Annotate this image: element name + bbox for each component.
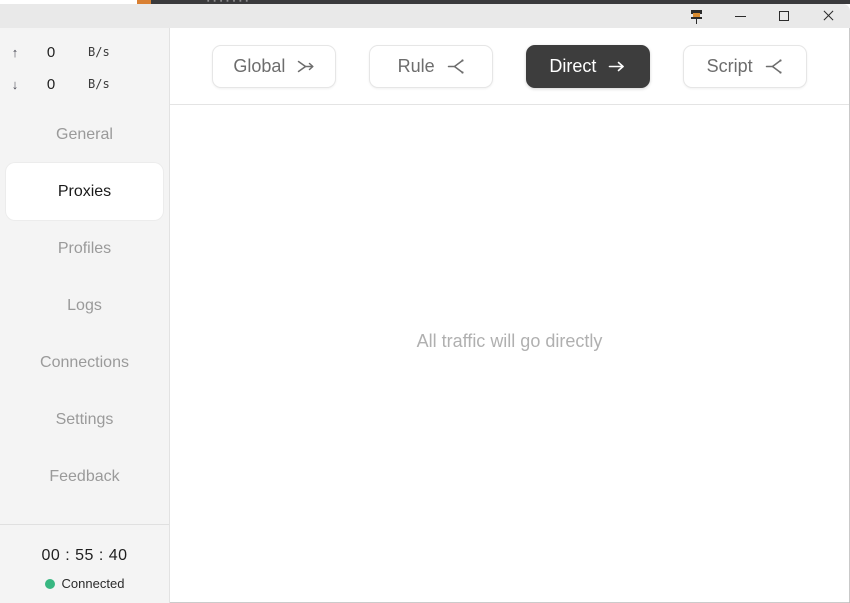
- pin-icon: [690, 9, 703, 24]
- mode-button-script[interactable]: Script: [682, 44, 807, 88]
- maximize-button[interactable]: [762, 4, 806, 28]
- sidebar-item-connections[interactable]: Connections: [6, 334, 163, 391]
- status-badge: Connected: [61, 576, 125, 591]
- arrow-down-icon: ↓: [11, 76, 19, 92]
- mode-button-label: Direct: [549, 55, 597, 76]
- mode-button-label: Global: [233, 55, 286, 76]
- sidebar-item-label: Connections: [40, 353, 129, 371]
- sidebar-item-label: Profiles: [57, 239, 112, 257]
- sidebar-item-settings[interactable]: Settings: [6, 391, 163, 448]
- window-body: ↑ 0 B/s ↓ 0 B/s General Proxies Profiles…: [0, 28, 850, 603]
- upload-speed-row: ↑ 0 B/s: [0, 36, 169, 68]
- sidebar-item-general[interactable]: General: [6, 106, 163, 163]
- maximize-icon: [779, 11, 789, 21]
- download-speed-row: ↓ 0 B/s: [0, 68, 169, 100]
- traffic-speed-panel: ↑ 0 B/s ↓ 0 B/s: [0, 28, 169, 106]
- connection-status-panel: 00 : 55 : 40 Connected: [0, 524, 169, 603]
- sidebar-item-label: Logs: [67, 296, 102, 314]
- arrow-right-icon: [607, 57, 626, 76]
- upload-speed-unit: B/s: [88, 45, 110, 59]
- mode-button-global[interactable]: Global: [212, 44, 337, 88]
- arrow-up-icon: ↑: [11, 44, 19, 60]
- sidebar: ↑ 0 B/s ↓ 0 B/s General Proxies Profiles…: [0, 28, 170, 603]
- close-icon: [822, 10, 834, 22]
- mode-button-rule[interactable]: Rule: [369, 44, 494, 88]
- branch-icon: [764, 57, 783, 76]
- branch-icon: [446, 57, 465, 76]
- titlebar: [0, 4, 850, 28]
- minimize-button[interactable]: [718, 4, 762, 28]
- proxy-mode-toolbar: Global Rule Direct Script: [170, 28, 849, 105]
- mode-button-label: Script: [706, 55, 753, 76]
- pin-button[interactable]: [674, 4, 718, 28]
- sidebar-item-feedback[interactable]: Feedback: [6, 448, 163, 505]
- mode-button-label: Rule: [397, 55, 435, 76]
- status-dot-icon: [44, 578, 55, 589]
- sidebar-item-label: Settings: [55, 410, 114, 428]
- app-window: ▪ ▪ ▪ ▪ ▪ ▪ ▪ ↑ 0 B/s ↓ 0 B/s General Pr…: [0, 0, 850, 603]
- sidebar-item-logs[interactable]: Logs: [6, 277, 163, 334]
- main-content: Global Rule Direct Script All traffic wi…: [170, 28, 849, 603]
- sidebar-item-label: Proxies: [57, 182, 112, 200]
- titlebar-drag-zone[interactable]: [0, 4, 674, 28]
- uptime-timer: 00 : 55 : 40: [41, 547, 128, 564]
- empty-state: All traffic will go directly: [170, 105, 849, 603]
- sidebar-item-proxies[interactable]: Proxies: [6, 163, 163, 220]
- arrow-merge-icon: [296, 57, 315, 76]
- mode-button-direct[interactable]: Direct: [525, 44, 650, 88]
- sidebar-item-label: Feedback: [49, 467, 120, 485]
- upload-speed-value: 0: [46, 43, 56, 61]
- sidebar-nav: General Proxies Profiles Logs Connection…: [0, 106, 169, 505]
- connection-status[interactable]: Connected: [44, 576, 125, 591]
- download-speed-value: 0: [46, 75, 56, 93]
- empty-state-message: All traffic will go directly: [416, 330, 603, 351]
- minimize-icon: [734, 15, 746, 17]
- download-speed-unit: B/s: [88, 77, 110, 91]
- close-button[interactable]: [806, 4, 850, 28]
- sidebar-item-label: General: [56, 125, 113, 143]
- sidebar-item-profiles[interactable]: Profiles: [6, 220, 163, 277]
